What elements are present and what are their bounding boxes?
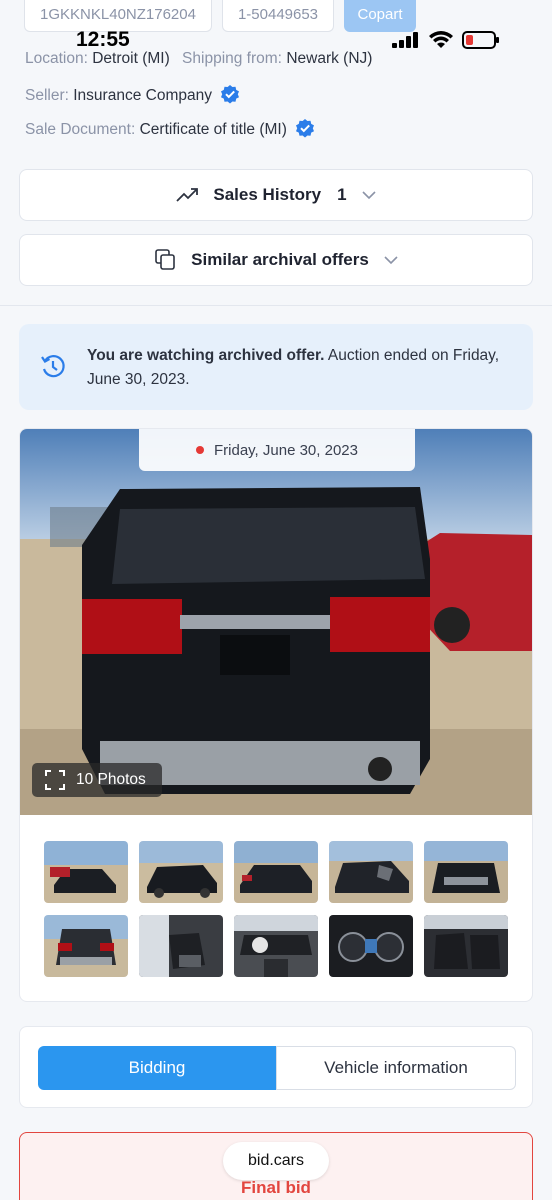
clock: 12:55 — [76, 28, 130, 51]
sale-date-pill: Friday, June 30, 2023 — [139, 429, 415, 471]
battery-low-icon — [462, 31, 499, 49]
vehicle-main-photo[interactable] — [20, 429, 533, 815]
section-divider — [0, 305, 552, 306]
thumbnail-photo[interactable] — [139, 841, 223, 903]
fullscreen-icon — [45, 770, 65, 790]
wifi-icon — [429, 31, 453, 48]
thumbnail-photo[interactable] — [234, 841, 318, 903]
location-row: Location: Detroit (MI) Shipping from: Ne… — [25, 50, 372, 68]
seller-row: Seller: Insurance Company — [25, 84, 240, 105]
final-bid-label: Final bid — [241, 1178, 311, 1197]
tabs-card: Bidding Vehicle information — [19, 1026, 533, 1108]
sale-document-row: Sale Document: Certificate of title (MI) — [25, 118, 315, 139]
sale-document-value: Certificate of title (MI) — [139, 121, 287, 138]
verified-badge-icon — [221, 85, 240, 104]
thumbnail-photo[interactable] — [329, 915, 413, 977]
history-icon — [41, 355, 65, 378]
thumbnail-photo[interactable] — [329, 841, 413, 903]
seller-value: Insurance Company — [73, 87, 212, 104]
thumbnail-photo[interactable] — [424, 841, 508, 903]
brand-watermark: bid.cars — [223, 1142, 329, 1180]
view-photos-button[interactable]: 10 Photos — [32, 763, 162, 797]
thumbnail-photo[interactable] — [139, 915, 223, 977]
trending-up-icon — [176, 188, 199, 202]
thumbnail-photo[interactable] — [44, 841, 128, 903]
photo-card: Friday, June 30, 2023 10 Photos — [19, 428, 533, 1002]
chevron-down-icon — [362, 191, 376, 200]
shipping-value: Newark (NJ) — [286, 50, 373, 67]
location-value: Detroit (MI) — [92, 50, 170, 67]
verified-badge-icon — [296, 119, 315, 138]
thumbnail-photo[interactable] — [234, 915, 318, 977]
shipping-label: Shipping from: — [182, 50, 282, 67]
sales-history-toggle[interactable]: Sales History 1 — [19, 169, 533, 221]
tab-vehicle-information[interactable]: Vehicle information — [276, 1046, 516, 1090]
sale-document-label: Sale Document: — [25, 121, 136, 138]
archived-notice-bold: You are watching archived offer. — [87, 347, 325, 364]
sales-history-count: 1 — [337, 185, 347, 204]
photos-count: 10 Photos — [76, 771, 146, 788]
archived-notice: You are watching archived offer. Auction… — [19, 324, 533, 410]
copy-icon — [155, 249, 175, 270]
sale-date: Friday, June 30, 2023 — [214, 441, 358, 459]
live-dot-icon — [196, 446, 204, 454]
location-label: Location: — [25, 50, 88, 67]
thumbnail-photo[interactable] — [44, 915, 128, 977]
tab-bidding[interactable]: Bidding — [38, 1046, 276, 1090]
archived-notice-text: You are watching archived offer. Auction… — [87, 344, 507, 392]
sales-history-label: Sales History — [213, 185, 322, 204]
similar-offers-label: Similar archival offers — [191, 250, 369, 269]
seller-label: Seller: — [25, 87, 69, 104]
cellular-signal-icon — [392, 32, 418, 48]
thumbnail-photo[interactable] — [424, 915, 508, 977]
similar-offers-toggle[interactable]: Similar archival offers — [19, 234, 533, 286]
chevron-down-icon — [384, 256, 398, 265]
